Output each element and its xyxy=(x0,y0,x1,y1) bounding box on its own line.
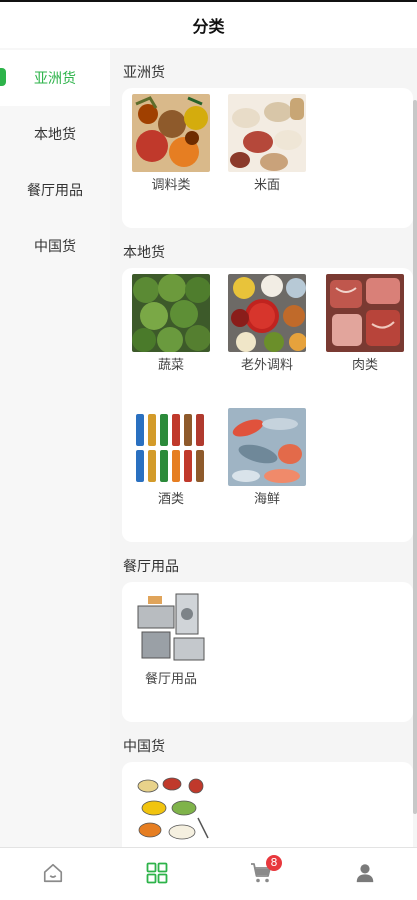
app: 分类 亚洲货 本地货 餐厅用品 中国货 亚洲货 调料类 米面 本地货 蔬菜 老外… xyxy=(0,0,417,900)
category-item-spices[interactable]: 调料类 xyxy=(131,94,211,193)
category-item-label: 米面 xyxy=(253,178,280,193)
section-card-restaurant-supplies: 餐厅用品 xyxy=(122,582,413,722)
section-card-local-goods: 蔬菜 老外调料 肉类 酒类 海鲜 xyxy=(122,268,413,542)
sidebar-item-local-goods[interactable]: 本地货 xyxy=(0,106,110,162)
sidebar-item-label: 餐厅用品 xyxy=(27,183,83,199)
kitchen-equipment-image xyxy=(132,588,210,666)
header: 分类 xyxy=(0,2,417,48)
spices-image xyxy=(132,94,210,172)
category-item-label: 餐厅用品 xyxy=(144,672,197,687)
category-item-vegetables[interactable]: 蔬菜 xyxy=(131,274,211,373)
category-item-meat[interactable]: 肉类 xyxy=(325,274,405,373)
category-item-chinese-food[interactable] xyxy=(131,768,211,846)
grains-image xyxy=(228,94,306,172)
user-icon xyxy=(354,862,376,888)
category-item-restaurant-supplies[interactable]: 餐厅用品 xyxy=(131,588,211,687)
section-title-asian-goods: 亚洲货 xyxy=(123,65,165,81)
meat-image xyxy=(326,274,404,352)
bottles-image xyxy=(132,408,210,486)
category-sidebar: 亚洲货 本地货 餐厅用品 中国货 xyxy=(0,48,110,847)
section-title-chinese-goods: 中国货 xyxy=(123,739,165,755)
sidebar-item-label: 亚洲货 xyxy=(34,71,76,87)
tab-cart[interactable]: 8 xyxy=(244,855,282,892)
grid-icon xyxy=(145,861,169,889)
sidebar-item-label: 本地货 xyxy=(34,127,76,143)
section-card-chinese-goods xyxy=(122,762,413,847)
seafood-image xyxy=(228,408,306,486)
broccoli-image xyxy=(132,274,210,352)
category-item-label: 酒类 xyxy=(157,492,184,507)
category-item-label: 调料类 xyxy=(151,178,191,193)
section-title-restaurant-supplies: 餐厅用品 xyxy=(123,559,179,575)
category-item-alcohol[interactable]: 酒类 xyxy=(131,408,211,507)
content-scrollbar[interactable] xyxy=(413,100,417,814)
category-item-label: 肉类 xyxy=(351,358,378,373)
tab-profile[interactable] xyxy=(348,858,382,892)
tab-category[interactable] xyxy=(140,858,174,892)
category-item-label: 老外调料 xyxy=(240,358,293,373)
sidebar-item-restaurant-supplies[interactable]: 餐厅用品 xyxy=(0,162,110,218)
sidebar-item-chinese-goods[interactable]: 中国货 xyxy=(0,218,110,274)
tab-home[interactable] xyxy=(36,858,70,892)
sauces-image xyxy=(228,274,306,352)
section-title-local-goods: 本地货 xyxy=(123,245,165,261)
chinese-food-illustration-image xyxy=(132,768,210,846)
cart-count-badge: 8 xyxy=(266,855,282,871)
sidebar-item-label: 中国货 xyxy=(34,239,76,255)
category-item-seafood[interactable]: 海鲜 xyxy=(227,408,307,507)
category-item-label: 蔬菜 xyxy=(157,358,184,373)
category-item-grains[interactable]: 米面 xyxy=(227,94,307,193)
bottom-tab-bar: 8 xyxy=(0,847,417,900)
category-content[interactable]: 亚洲货 调料类 米面 本地货 蔬菜 老外调料 肉类 酒类 海鲜 餐厅用品 餐厅用… xyxy=(110,48,417,847)
home-icon xyxy=(42,862,64,888)
category-item-label: 海鲜 xyxy=(253,492,280,507)
sidebar-item-asian-goods[interactable]: 亚洲货 xyxy=(0,50,110,106)
section-card-asian-goods: 调料类 米面 xyxy=(122,88,413,228)
category-item-western-sauces[interactable]: 老外调料 xyxy=(227,274,307,373)
page-title: 分类 xyxy=(192,17,225,36)
